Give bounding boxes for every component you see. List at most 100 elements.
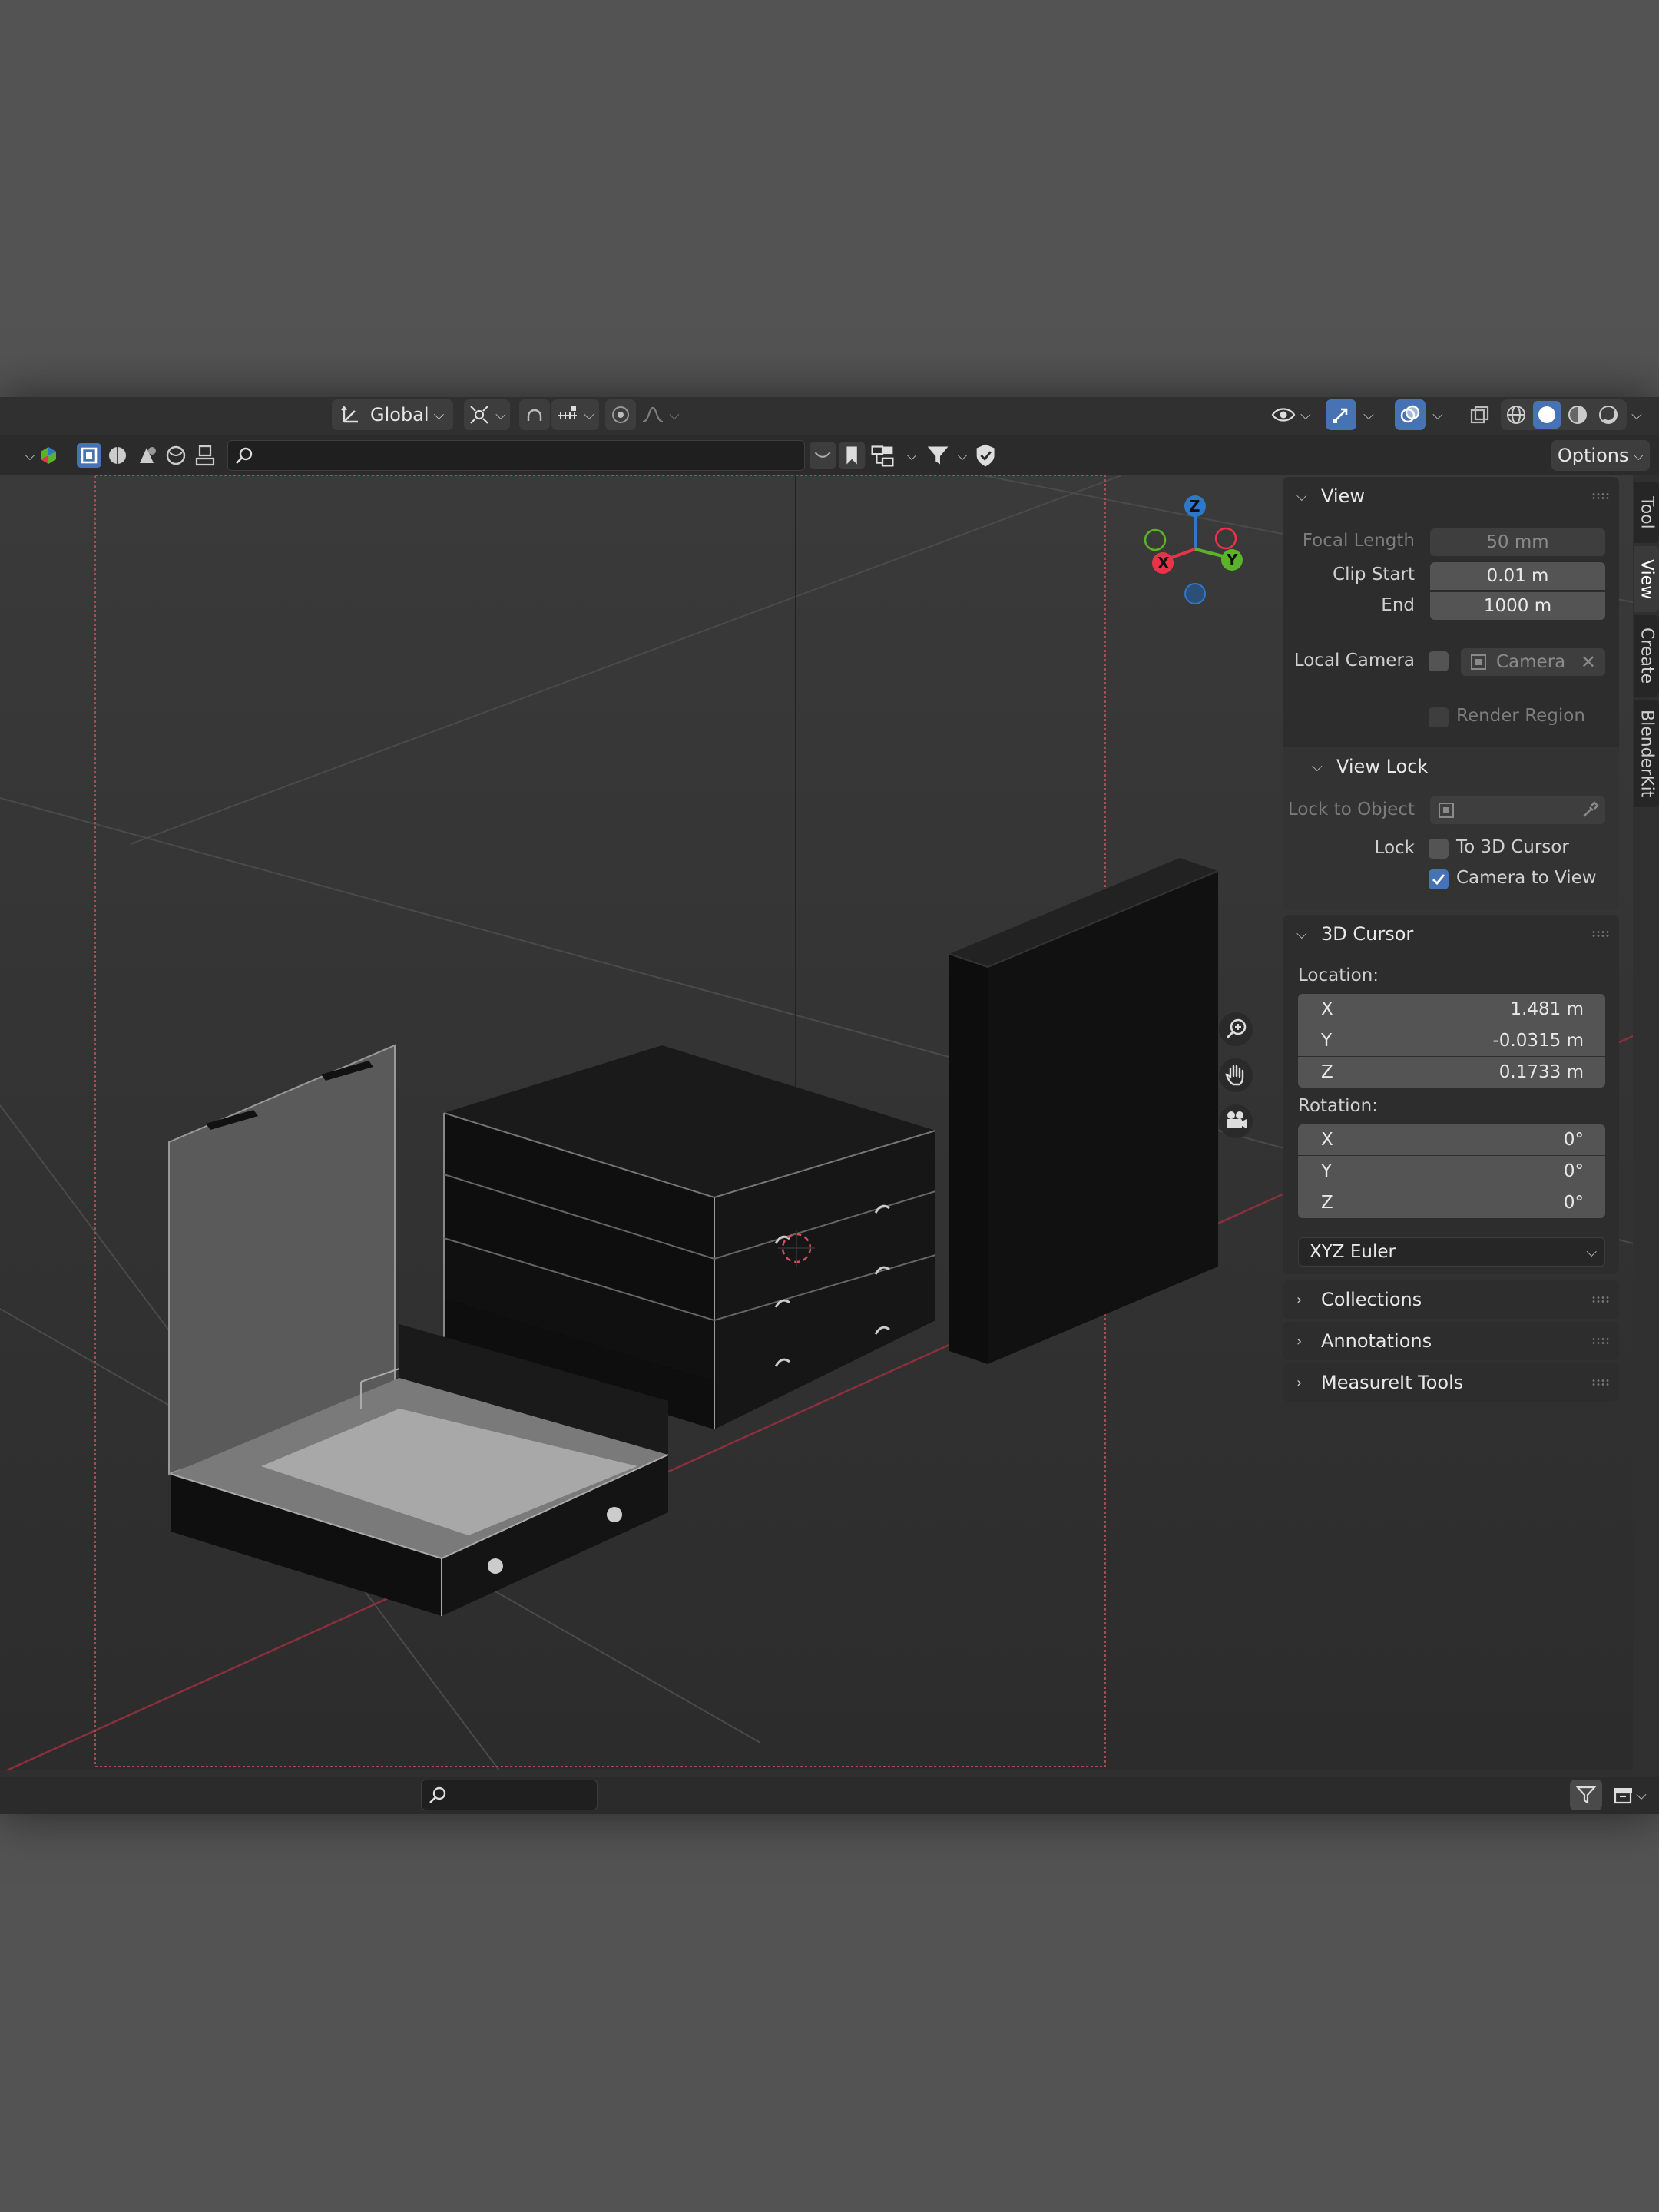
tab-tool[interactable]: Tool	[1634, 482, 1659, 543]
rotation-x-field[interactable]: X 0°	[1298, 1124, 1605, 1155]
view-lock-header[interactable]: ⌵ View Lock	[1298, 747, 1605, 786]
outliner-search-input[interactable]	[259, 442, 796, 469]
tab-create[interactable]: Create	[1634, 615, 1659, 697]
solid-shading-icon[interactable]	[1532, 399, 1562, 430]
clip-start-label: Clip Start	[1333, 565, 1415, 584]
measureit-panel-title: MeasureIt Tools	[1321, 1372, 1464, 1393]
view-panel-title: View	[1321, 485, 1365, 507]
tab-blenderkit[interactable]: BlenderKit	[1634, 700, 1659, 807]
editor-type-dropdown[interactable]: ⌵	[20, 440, 63, 471]
tool-header: ⌵ ⌵ ⌵ Options ⌵	[0, 435, 1659, 475]
rotation-y-field[interactable]: Y 0°	[1298, 1156, 1605, 1187]
drag-handle-icon[interactable]	[1591, 1379, 1610, 1386]
filter-button[interactable]	[1570, 1780, 1602, 1810]
restrict-toggle-icon[interactable]	[808, 440, 837, 471]
hierarchy-icon[interactable]	[866, 440, 902, 471]
chevron-down-icon: ⌵	[1363, 406, 1374, 423]
local-camera-field[interactable]: Camera ✕	[1461, 648, 1605, 676]
brush-icon[interactable]	[190, 442, 220, 469]
eyedropper-icon[interactable]	[1581, 801, 1599, 820]
focal-length-field[interactable]: 50 mm	[1430, 528, 1605, 556]
chevron-down-icon[interactable]: ⌵	[906, 448, 917, 464]
gizmo-arrow-icon	[1333, 408, 1348, 423]
view-panel-header[interactable]: ⌵ View	[1283, 477, 1619, 515]
drag-handle-icon[interactable]	[1591, 930, 1610, 938]
drag-handle-icon[interactable]	[1591, 492, 1610, 500]
location-z-field[interactable]: Z 0.1733 m	[1298, 1057, 1605, 1088]
collections-panel[interactable]: › Collections	[1283, 1280, 1619, 1319]
visibility-dropdown[interactable]: ⌵	[1266, 399, 1316, 430]
checkmark-icon	[1432, 874, 1445, 886]
gizmo-toggle[interactable]	[1326, 399, 1356, 430]
clip-end-field[interactable]: 1000 m	[1430, 592, 1605, 620]
rendered-shading-icon[interactable]	[1593, 399, 1624, 430]
wireframe-shading-icon[interactable]	[1501, 399, 1532, 430]
snap-target-dropdown[interactable]: ⌵	[551, 399, 599, 430]
clip-start-field[interactable]: 0.01 m	[1430, 562, 1605, 590]
rotation-mode-dropdown[interactable]: XYZ Euler ⌵	[1298, 1237, 1605, 1267]
chevron-down-icon: ⌵	[495, 406, 506, 423]
gizmo-dropdown[interactable]: ⌵	[1358, 399, 1379, 430]
snap-toggle[interactable]	[519, 399, 550, 430]
annotations-panel-header[interactable]: › Annotations	[1283, 1322, 1619, 1360]
transform-orientation-dropdown[interactable]: Global ⌵	[332, 399, 453, 430]
magnet-icon	[527, 409, 542, 421]
measureit-panel[interactable]: › MeasureIt Tools	[1283, 1363, 1619, 1402]
shield-check-icon[interactable]	[971, 440, 1000, 471]
outliner-search-field[interactable]	[227, 440, 805, 471]
collections-panel-header[interactable]: › Collections	[1283, 1280, 1619, 1319]
pivot-point-dropdown[interactable]: ⌵	[464, 399, 510, 430]
bookmark-icon[interactable]	[837, 440, 866, 471]
camera-to-view-checkbox[interactable]	[1429, 869, 1449, 889]
material-preview-icon[interactable]	[1562, 399, 1593, 430]
filter-object-types	[75, 440, 221, 471]
rotation-z-field[interactable]: Z 0°	[1298, 1187, 1605, 1218]
zoom-icon[interactable]	[1218, 1012, 1253, 1047]
location-y-field[interactable]: Y -0.0315 m	[1298, 1025, 1605, 1056]
light-probe-icon[interactable]	[132, 442, 161, 469]
drag-handle-icon[interactable]	[1591, 1296, 1610, 1303]
xray-toggle[interactable]	[1464, 399, 1495, 430]
archive-dropdown[interactable]: ⌵	[1605, 1780, 1653, 1810]
3d-cursor-panel-header[interactable]: ⌵ 3D Cursor	[1283, 915, 1619, 953]
outliner-filter-tools: ⌵ ⌵	[808, 440, 1000, 471]
pivot-icon	[470, 406, 488, 424]
location-x-field[interactable]: X 1.481 m	[1298, 994, 1605, 1025]
archive-icon	[1614, 1788, 1633, 1804]
navigation-gizmo[interactable]: Z X Y	[1134, 495, 1257, 618]
shading-dropdown[interactable]: ⌵	[1625, 399, 1648, 430]
orientation-axes-icon	[341, 406, 358, 423]
hand-pan-icon[interactable]	[1218, 1058, 1253, 1093]
local-camera-checkbox[interactable]	[1429, 651, 1449, 671]
mesh-object-icon[interactable]	[103, 442, 132, 469]
bottom-search-field[interactable]	[421, 1780, 598, 1810]
select-box-icon[interactable]	[75, 442, 103, 469]
axis-value: 0°	[1563, 1130, 1584, 1150]
world-icon[interactable]	[161, 442, 190, 469]
annotations-panel-title: Annotations	[1321, 1330, 1432, 1352]
axis-value: 1.481 m	[1510, 999, 1584, 1019]
chevron-down-icon: ⌵	[1296, 926, 1307, 942]
overlays-dropdown[interactable]: ⌵	[1427, 399, 1449, 430]
lock-to-object-field[interactable]	[1430, 796, 1605, 824]
overlays-toggle[interactable]	[1395, 399, 1426, 430]
annotations-panel[interactable]: › Annotations	[1283, 1322, 1619, 1360]
close-icon[interactable]: ✕	[1581, 651, 1596, 673]
measureit-panel-header[interactable]: › MeasureIt Tools	[1283, 1363, 1619, 1402]
camera-view-icon[interactable]	[1218, 1104, 1253, 1139]
filter-icon[interactable]	[923, 440, 952, 471]
render-region-checkbox[interactable]	[1429, 707, 1449, 727]
drag-handle-icon[interactable]	[1591, 1337, 1610, 1345]
render-region-label: Render Region	[1456, 706, 1585, 726]
gizmo-y-label: Y	[1227, 551, 1238, 569]
options-dropdown[interactable]: Options ⌵	[1551, 440, 1650, 471]
overlays-icon	[1400, 405, 1420, 423]
chevron-down-icon[interactable]: ⌵	[957, 448, 968, 464]
proportional-falloff-dropdown[interactable]: ⌵	[637, 399, 684, 430]
view-lock-title: View Lock	[1336, 756, 1429, 777]
lock-to-3d-cursor-checkbox[interactable]	[1429, 839, 1449, 859]
tab-view[interactable]: View	[1634, 546, 1659, 612]
chevron-down-icon: ⌵	[1300, 406, 1311, 423]
bottom-search-input[interactable]	[452, 1782, 591, 1808]
proportional-editing-toggle[interactable]	[605, 399, 636, 430]
